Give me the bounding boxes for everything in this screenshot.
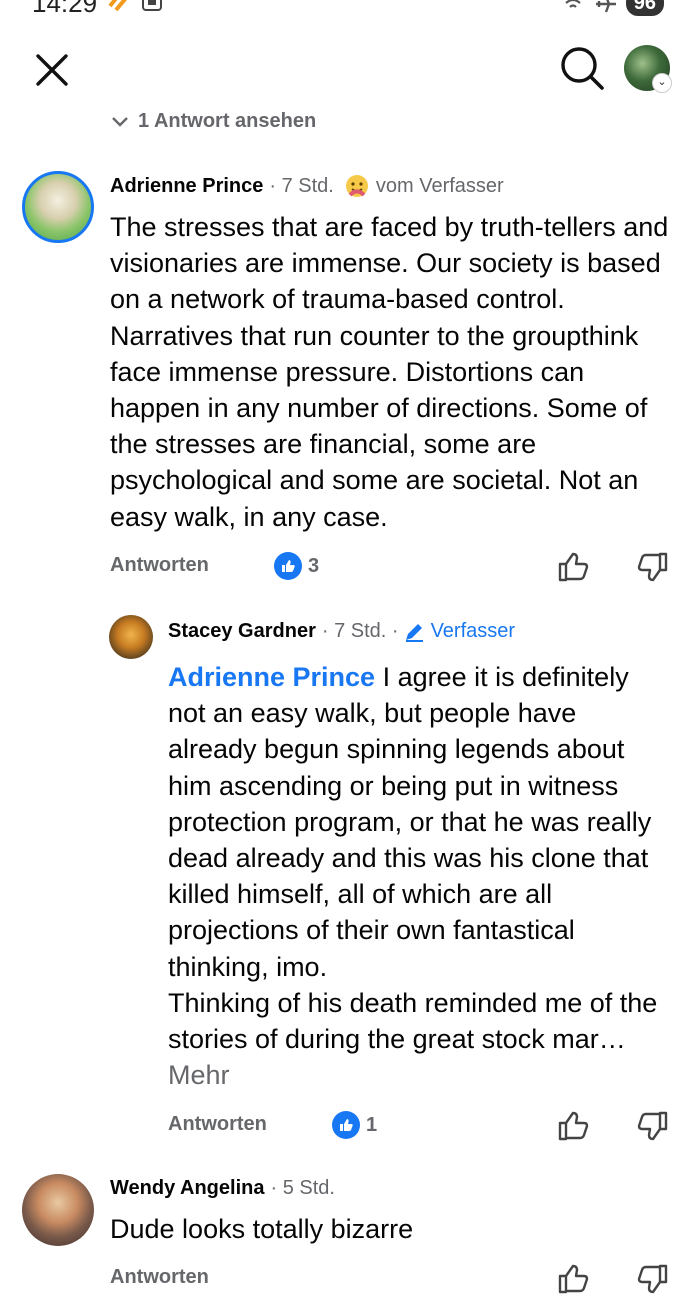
comment-text: Dude looks totally bizarre [110,1214,414,1244]
wifi-icon [565,0,581,8]
search-icon [561,47,604,90]
reaction-count: 3 [308,554,320,577]
upvote-button[interactable] [556,1262,590,1296]
downvote-button[interactable] [636,1109,670,1143]
chevron-down-icon [112,116,128,127]
comment-time: · 7 Std. · [321,620,399,642]
thumbs-down-icon [637,1264,668,1294]
comment-time: · 7 Std. [269,174,334,197]
author-name[interactable]: Stacey Gardner [168,620,316,643]
thumbs-down-icon [637,1111,668,1141]
thumbs-up-icon [558,552,589,582]
comment-header: Wendy Angelina · 5 Std. [110,1177,335,1200]
search-button[interactable] [558,44,606,92]
comment-text: The stresses that are faced by truth-tel… [110,212,669,532]
like-reaction-icon [332,1111,360,1139]
close-button[interactable] [30,48,74,92]
reaction-summary[interactable]: 1 [332,1111,377,1139]
profile-menu-button[interactable]: ⌄ [624,45,672,93]
comment-header: Stacey Gardner · 7 Std. · Verfasser [168,620,515,643]
reaction-count: 1 [366,1113,378,1136]
like-reaction-icon [274,552,302,580]
status-time: 14:29 [32,0,98,18]
reply-button[interactable]: Antworten [168,1113,267,1136]
downvote-button[interactable] [636,550,670,584]
status-notification-icons [106,0,164,14]
thumbs-up-icon [558,1264,589,1294]
screenshot-icon [142,0,162,11]
upvote-button[interactable] [556,550,590,584]
status-right: 96 [560,0,664,16]
avatar[interactable] [22,171,94,243]
thumbs-up-icon [558,1111,589,1141]
hug-emoji-icon [345,175,368,197]
battery-level: 96 [625,0,664,16]
see-more-link[interactable]: Mehr [168,1060,230,1090]
close-icon [36,54,68,86]
thumbs-down-icon [637,552,668,582]
view-replies-link[interactable]: 1 Antwort ansehen [110,110,316,133]
mention-link[interactable]: Adrienne Prince [168,662,375,692]
view-replies-label: 1 Antwort ansehen [138,110,317,132]
author-badge: vom Verfasser [344,173,504,199]
comment-time: · 5 Std. [270,1177,335,1199]
airplane-icon [595,0,616,13]
comment-text: Adrienne Prince I agree it is definitely… [168,662,658,1091]
reaction-summary[interactable]: 3 [274,552,319,580]
comment-header: Adrienne Prince · 7 Std. vom Verfasser [110,173,504,199]
author-name[interactable]: Adrienne Prince [110,175,263,198]
downvote-button[interactable] [636,1262,670,1296]
chevron-down-icon: ⌄ [652,73,672,93]
author-badge: Verfasser [403,620,515,643]
author-name[interactable]: Wendy Angelina [110,1177,264,1200]
avatar[interactable] [109,615,153,659]
reply-button[interactable]: Antworten [110,554,209,577]
avatar[interactable] [22,1174,94,1246]
notification-icon [108,0,127,12]
reply-button[interactable]: Antworten [110,1266,209,1289]
pencil-icon [405,623,423,642]
upvote-button[interactable] [556,1109,590,1143]
